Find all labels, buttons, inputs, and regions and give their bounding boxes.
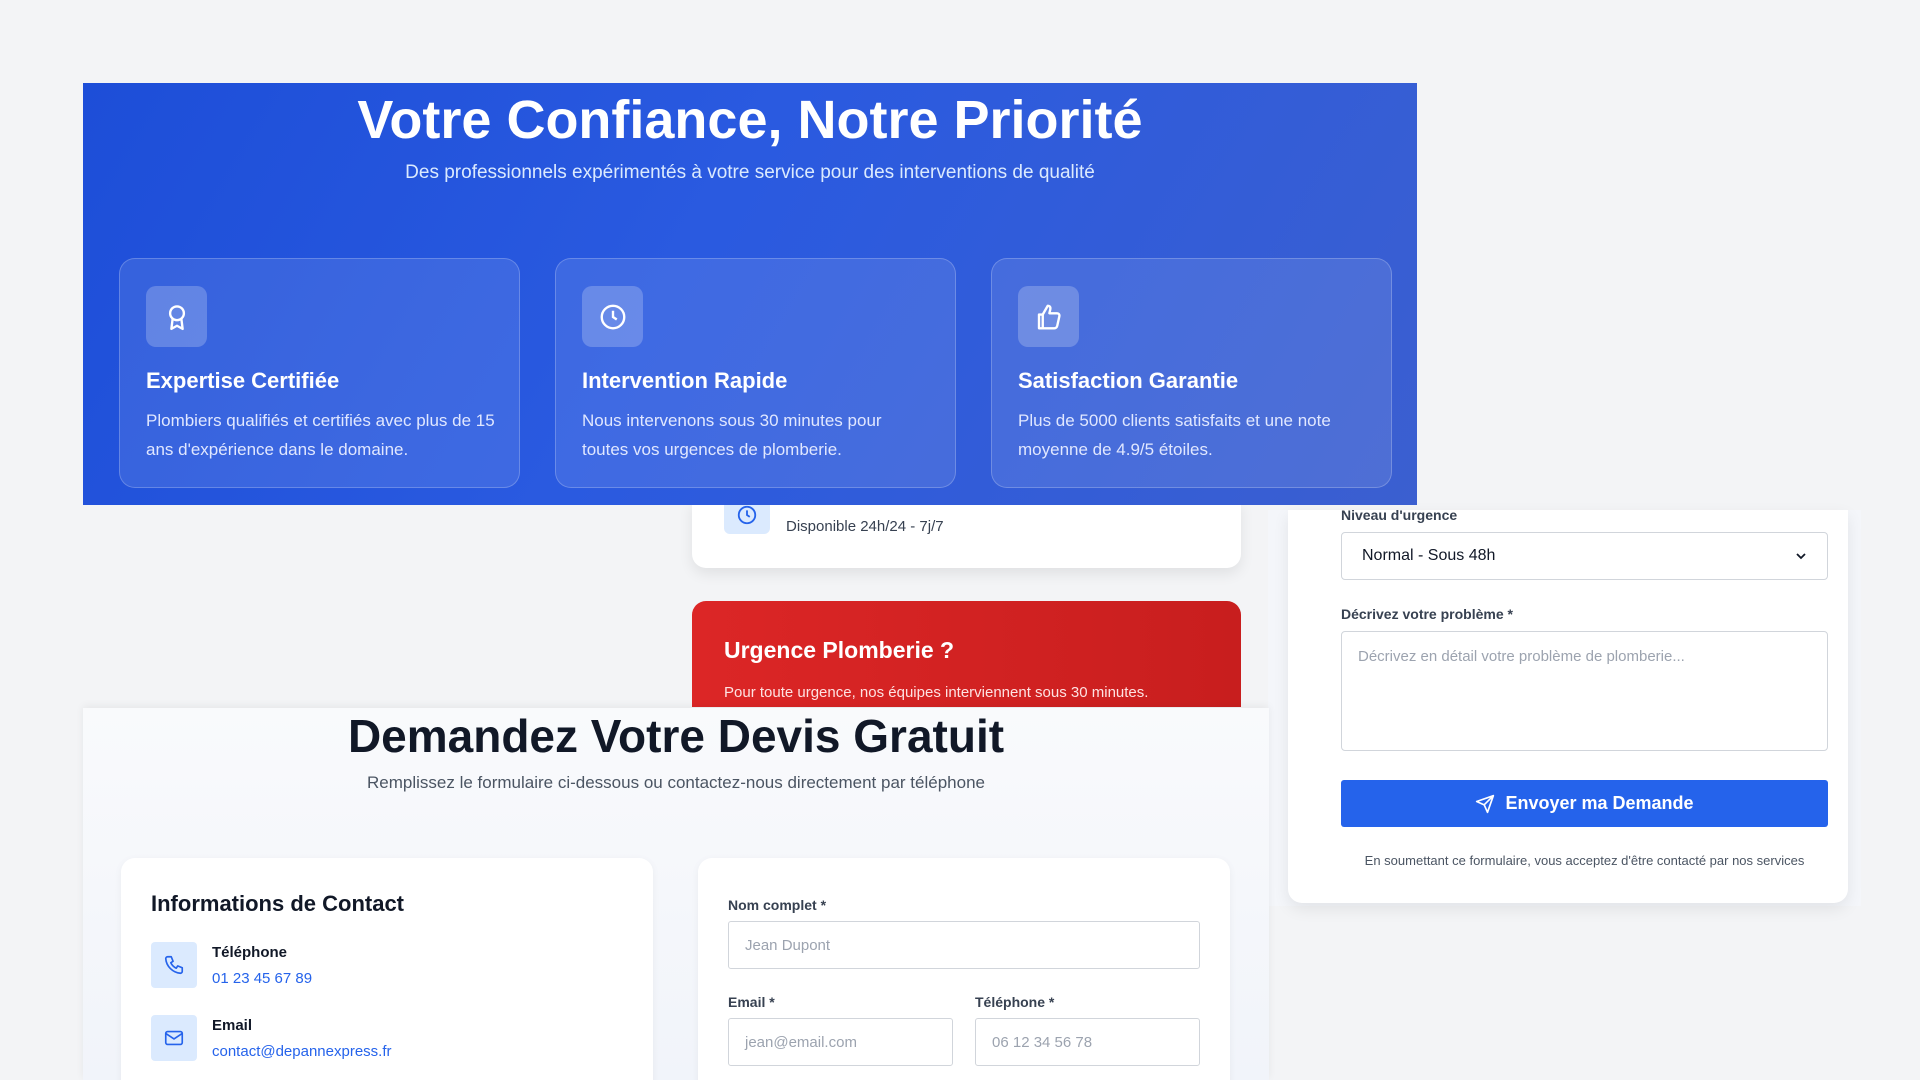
quote-section: Demandez Votre Devis Gratuit Remplissez …	[83, 708, 1269, 1080]
feature-text: Nous intervenons sous 30 minutes pour to…	[582, 411, 882, 459]
award-icon	[146, 286, 207, 347]
feature-card-satisfaction: Satisfaction Garantie Plus de 5000 clien…	[991, 258, 1392, 488]
availability-text: Disponible 24h/24 - 7j/7	[786, 518, 944, 535]
urgency-label: Niveau d'urgence	[1341, 507, 1458, 523]
quote-section-title: Demandez Votre Devis Gratuit	[347, 710, 1005, 762]
send-icon	[1476, 794, 1495, 813]
quote-section-subtitle: Remplissez le formulaire ci-dessous ou c…	[367, 773, 985, 792]
problem-textarea[interactable]: Décrivez en détail votre problème de plo…	[1341, 631, 1828, 751]
phone-input[interactable]: 06 12 34 56 78	[975, 1018, 1200, 1066]
name-label: Nom complet *	[728, 897, 827, 913]
phone-field-label: Téléphone *	[975, 994, 1055, 1010]
urgency-card: Urgence Plomberie ? Pour toute urgence, …	[692, 601, 1241, 707]
mail-icon	[151, 1015, 197, 1061]
hero-subtitle: Des professionnels expérimentés à votre …	[405, 162, 1095, 183]
phone-link[interactable]: 01 23 45 67 89	[212, 970, 312, 987]
chevron-down-icon	[1796, 553, 1806, 560]
phone-icon	[151, 942, 197, 988]
email-link[interactable]: contact@depannexpress.fr	[212, 1043, 392, 1060]
thumbs-up-icon	[1018, 286, 1079, 347]
submit-label: Envoyer ma Demande	[1505, 793, 1694, 813]
feature-card-intervention: Intervention Rapide Nous intervenons sou…	[555, 258, 956, 488]
feature-card-expertise: Expertise Certifiée Plombiers qualifiés …	[119, 258, 520, 488]
urgency-select[interactable]: Normal - Sous 48h	[1341, 532, 1828, 580]
feature-text: Plombiers qualifiés et certifiés avec pl…	[146, 411, 495, 459]
trust-hero-section: Votre Confiance, Notre Priorité Des prof…	[83, 83, 1417, 505]
clock-icon	[582, 286, 643, 347]
phone-label: Téléphone	[212, 944, 288, 961]
feature-title: Satisfaction Garantie	[1018, 368, 1239, 393]
urgency-title: Urgence Plomberie ?	[724, 637, 955, 663]
quote-form-card-main: Nom complet * Jean Dupont Email * jean@e…	[698, 858, 1230, 1080]
feature-title: Expertise Certifiée	[146, 368, 340, 393]
consent-note: En soumettant ce formulaire, vous accept…	[1364, 853, 1805, 868]
name-input[interactable]: Jean Dupont	[728, 921, 1200, 969]
quote-form-card: Niveau d'urgence Normal - Sous 48h Décri…	[1288, 507, 1848, 903]
email-label: Email	[212, 1017, 253, 1034]
problem-label: Décrivez votre problème *	[1341, 606, 1513, 622]
quote-form-fragment: Niveau d'urgence Normal - Sous 48h Décri…	[1268, 507, 1861, 906]
email-input[interactable]: jean@email.com	[728, 1018, 953, 1066]
submit-request-button[interactable]: Envoyer ma Demande	[1341, 780, 1828, 827]
hero-title: Votre Confiance, Notre Priorité	[357, 90, 1143, 150]
email-field-label: Email *	[728, 994, 775, 1010]
urgency-select-value: Normal - Sous 48h	[1362, 547, 1496, 564]
feature-text: Plus de 5000 clients satisfaits et une n…	[1018, 411, 1331, 459]
contact-info-title: Informations de Contact	[151, 891, 405, 916]
urgency-text: Pour toute urgence, nos équipes intervie…	[724, 684, 1149, 701]
hours-card: Disponible 24h/24 - 7j/7	[692, 500, 1241, 568]
clock-icon	[724, 500, 770, 534]
contact-info-card: Informations de Contact Téléphone 01 23 …	[121, 858, 653, 1080]
feature-title: Intervention Rapide	[582, 368, 788, 393]
